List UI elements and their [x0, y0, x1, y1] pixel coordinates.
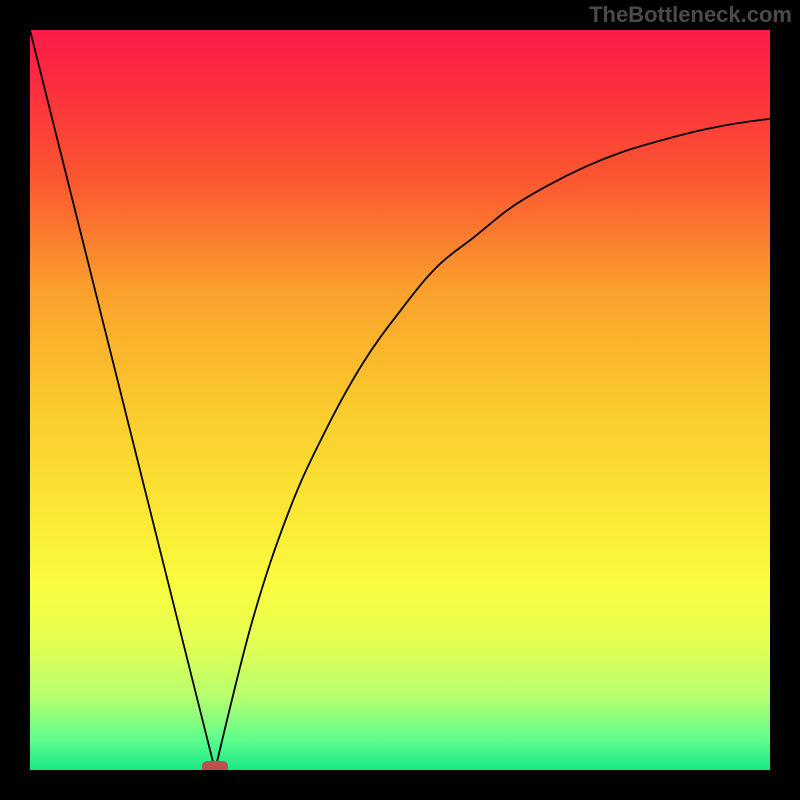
attribution-label: TheBottleneck.com [589, 2, 792, 28]
chart-frame: TheBottleneck.com [0, 0, 800, 800]
plot-area [30, 30, 770, 770]
minimum-marker [202, 761, 228, 770]
chart-svg [30, 30, 770, 770]
